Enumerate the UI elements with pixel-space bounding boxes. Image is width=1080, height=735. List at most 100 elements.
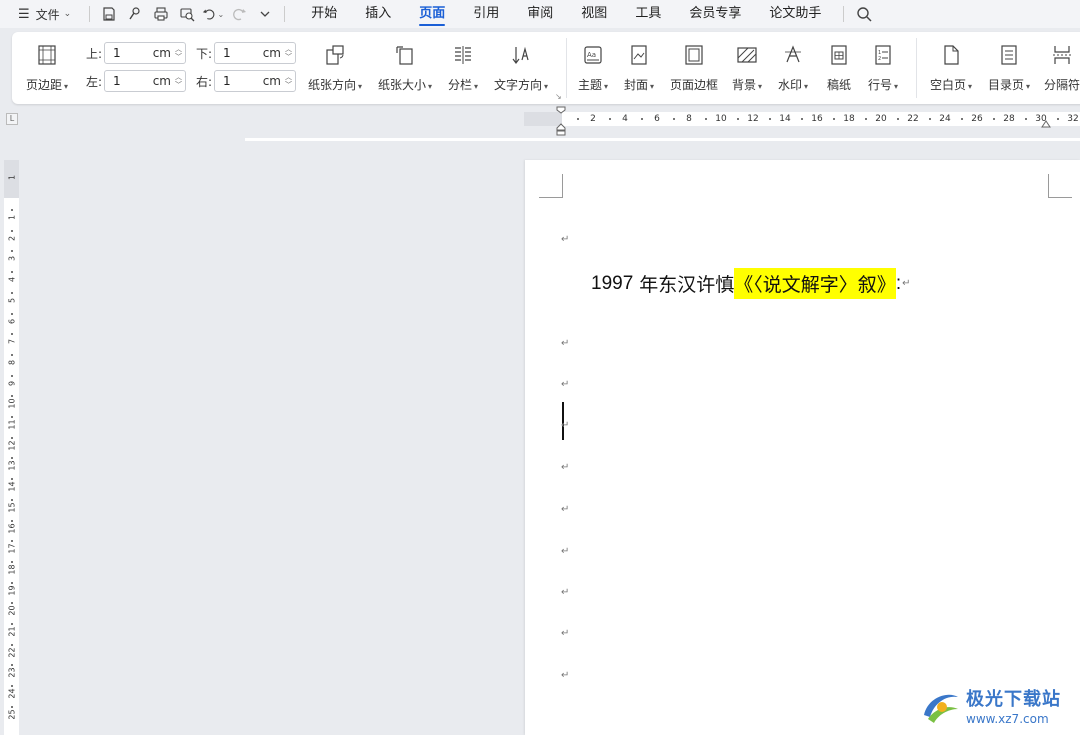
chevron-down-icon: ▾ bbox=[428, 82, 433, 91]
toc-page-icon bbox=[996, 42, 1022, 68]
ruler-tick-dot bbox=[11, 416, 13, 418]
redo-button[interactable] bbox=[228, 3, 250, 25]
save-button[interactable] bbox=[98, 3, 120, 25]
watermark-label: 水印 bbox=[778, 78, 803, 92]
blank-page-button[interactable]: 空白页 ▾ bbox=[930, 42, 972, 93]
chevron-down-icon: ▾ bbox=[544, 82, 549, 91]
theme-button[interactable]: Aa 主题 ▾ bbox=[578, 42, 608, 93]
ruler-tick-dot bbox=[11, 602, 13, 605]
bottom-margin-input[interactable]: 1 cm ︿ ﹀ bbox=[214, 42, 296, 64]
separator-icon bbox=[1049, 42, 1075, 68]
file-menu-label: 文件 bbox=[35, 7, 60, 22]
right-margin-input[interactable]: 1 cm ︿ ﹀ bbox=[214, 70, 296, 92]
tab-thesis-assistant[interactable]: 论文助手 bbox=[755, 0, 835, 28]
tab-stop-selector[interactable]: L bbox=[6, 113, 18, 125]
paragraph-mark: ↵ bbox=[561, 338, 570, 349]
highlighted-text[interactable]: 《〈说文解字〉叙》 bbox=[734, 268, 896, 299]
margins-button[interactable]: 页边距 ▾ bbox=[26, 42, 68, 93]
print-button[interactable] bbox=[150, 3, 172, 25]
search-button[interactable] bbox=[852, 2, 876, 26]
text-colon: : bbox=[895, 272, 902, 294]
spinner-icon[interactable]: ︿ ﹀ bbox=[285, 73, 292, 89]
orientation-button[interactable]: 纸张方向 ▾ bbox=[308, 42, 362, 93]
ruler-tick-label: 9 bbox=[7, 380, 17, 386]
ruler-tick-label: 7 bbox=[7, 339, 17, 345]
paragraph-mark: ↵ bbox=[561, 234, 570, 245]
undo-button[interactable]: ⌄ bbox=[202, 3, 224, 25]
right-indent-marker[interactable] bbox=[1041, 119, 1051, 129]
print-preview-button[interactable] bbox=[176, 3, 198, 25]
ruler-tick-label: 10 bbox=[715, 114, 727, 124]
search-icon bbox=[857, 7, 872, 22]
top-margin-label: 上: bbox=[86, 46, 103, 61]
ruler-tick-dot bbox=[11, 560, 13, 563]
watermark-button[interactable]: 水印 ▾ bbox=[778, 42, 808, 93]
spinner-icon[interactable]: ︿ ﹀ bbox=[175, 45, 182, 61]
ruler-tick-dot bbox=[11, 209, 13, 211]
tab-review[interactable]: 审阅 bbox=[513, 0, 567, 28]
ruler-tick-dot bbox=[11, 229, 13, 232]
paragraph-mark: ↵ bbox=[561, 587, 570, 598]
document-text-line[interactable]: 1997 年东汉许慎 《〈说文解字〉叙》 : ↵ bbox=[591, 268, 910, 299]
top-margin-input[interactable]: 1 cm ︿ ﹀ bbox=[104, 42, 186, 64]
page-border-button[interactable]: 页面边框 bbox=[670, 42, 718, 93]
ruler-tick-label: 23 bbox=[7, 667, 17, 678]
tab-view[interactable]: 视图 bbox=[567, 0, 621, 28]
left-margin-input[interactable]: 1 cm ︿ ﹀ bbox=[104, 70, 186, 92]
tab-insert[interactable]: 插入 bbox=[351, 0, 405, 28]
tab-page[interactable]: 页面 bbox=[405, 0, 459, 28]
text-direction-button[interactable]: 文字方向 ▾ bbox=[494, 42, 548, 93]
ruler-tick-dot bbox=[641, 118, 643, 120]
line-number-button[interactable]: 12 行号 ▾ bbox=[868, 42, 898, 93]
bottom-margin-value: 1 bbox=[223, 46, 231, 60]
spinner-icon[interactable]: ︿ ﹀ bbox=[175, 73, 182, 89]
background-icon bbox=[734, 42, 760, 68]
customize-toolbar-button[interactable] bbox=[254, 3, 276, 25]
tab-member[interactable]: 会员专享 bbox=[675, 0, 755, 28]
horizontal-ruler[interactable]: 2 4 6 8 10 12 14 16 18 20 22 24 26 28 30 32 bbox=[524, 112, 1080, 126]
ruler-tick-label: 22 bbox=[7, 647, 17, 658]
ruler-tick-label: 25 bbox=[7, 709, 17, 720]
chevron-down-icon: ▾ bbox=[64, 82, 69, 91]
manuscript-paper-button[interactable]: 稿纸 bbox=[826, 42, 852, 93]
left-indent-marker[interactable] bbox=[556, 122, 566, 136]
ruler-tick-dot bbox=[833, 118, 835, 120]
file-menu-button[interactable]: ☰ 文件 ⌄ bbox=[18, 6, 71, 23]
background-button[interactable]: 背景 ▾ bbox=[732, 42, 762, 93]
manuscript-icon bbox=[826, 42, 852, 68]
ruler-tick-dot bbox=[11, 457, 13, 460]
columns-button[interactable]: 分栏 ▾ bbox=[448, 42, 478, 93]
ruler-tick-label: 21 bbox=[7, 626, 17, 637]
paragraph-mark: ↵ bbox=[561, 546, 570, 557]
paragraph-mark: ↵ bbox=[561, 670, 570, 681]
page-border-label: 页面边框 bbox=[670, 78, 719, 92]
paper-size-button[interactable]: 纸张大小 ▾ bbox=[378, 42, 432, 93]
bottom-margin-unit: cm bbox=[262, 46, 281, 60]
ruler-tick-dot bbox=[11, 374, 13, 377]
separator-button[interactable]: 分隔符 bbox=[1044, 42, 1080, 93]
format-painter-button[interactable] bbox=[124, 3, 146, 25]
first-line-indent-marker[interactable] bbox=[556, 106, 566, 114]
chevron-down-icon: ▾ bbox=[650, 82, 655, 91]
ruler-tick-label: 14 bbox=[779, 114, 791, 124]
tab-tools[interactable]: 工具 bbox=[621, 0, 675, 28]
ruler-tick-label: 8 bbox=[7, 359, 17, 365]
undo-icon bbox=[203, 9, 215, 20]
bottom-margin-label: 下: bbox=[196, 46, 213, 61]
ruler-tick-label: 2 bbox=[590, 114, 596, 124]
cover-button[interactable]: 封面 ▾ bbox=[624, 42, 654, 93]
toc-page-button[interactable]: 目录页 ▾ bbox=[988, 42, 1030, 93]
tab-home[interactable]: 开始 bbox=[297, 0, 351, 28]
right-margin-value: 1 bbox=[223, 74, 231, 88]
bottom-margin-field: 下: 1 cm ︿ ﹀ bbox=[196, 42, 296, 64]
chevron-down-icon: ▾ bbox=[1026, 82, 1031, 91]
ruler-tick-label: 20 bbox=[7, 605, 17, 616]
document-page[interactable]: ↵ 1997 年东汉许慎 《〈说文解字〉叙》 : ↵ ↵ ↵ ↵ ↵ ↵ ↵ ↵… bbox=[525, 160, 1080, 735]
tab-references[interactable]: 引用 bbox=[459, 0, 513, 28]
watermark-url: www.xz7.com bbox=[966, 711, 1049, 726]
spinner-icon[interactable]: ︿ ﹀ bbox=[285, 45, 292, 61]
vertical-ruler[interactable]: 1 1 2 3 4 5 6 7 8 9 10 11 12 13 14 15 16 17 18 19 20 21 22 23 2… bbox=[4, 160, 19, 735]
dialog-launcher-icon[interactable]: ↘ bbox=[555, 92, 562, 101]
hamburger-icon: ☰ bbox=[18, 6, 30, 22]
print-preview-icon bbox=[180, 8, 195, 22]
